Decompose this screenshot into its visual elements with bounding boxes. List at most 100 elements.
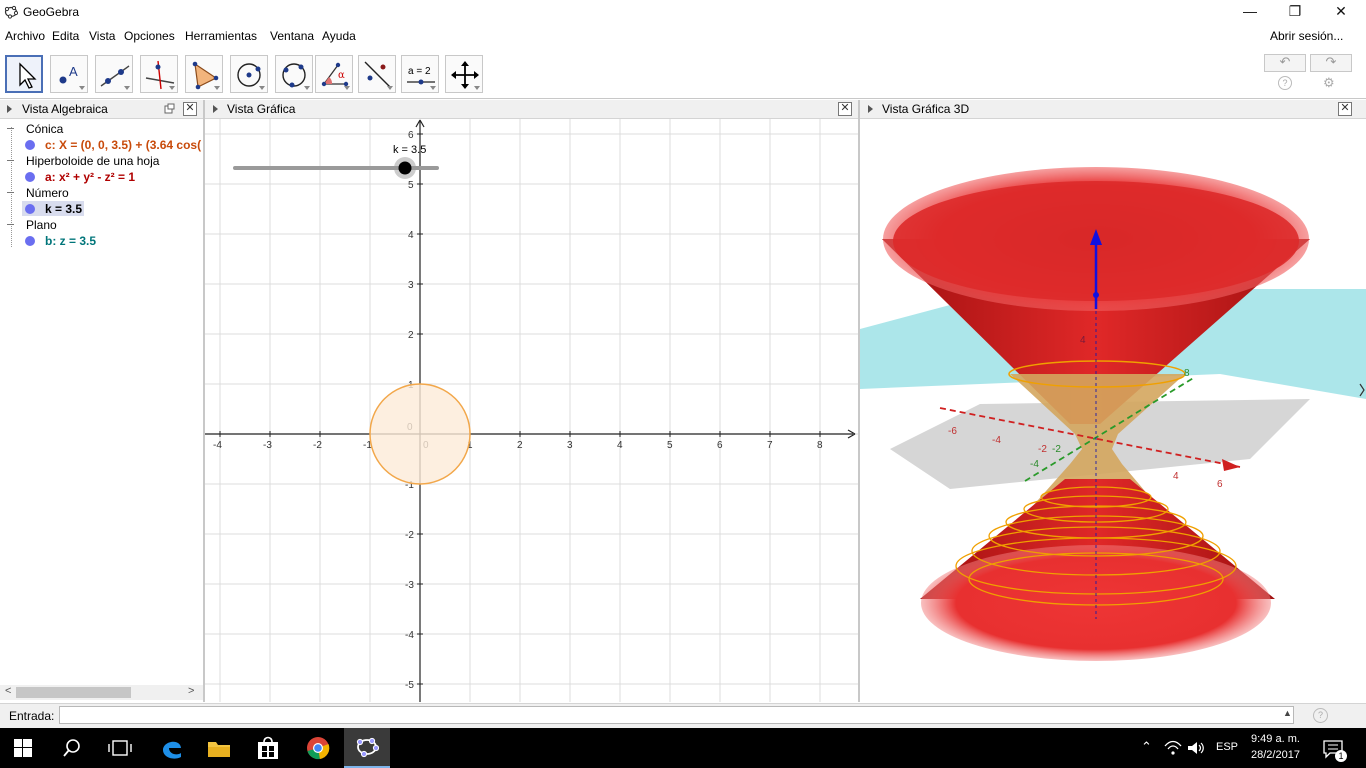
scroll-right-icon[interactable]: > — [188, 685, 194, 697]
undo-button[interactable]: ↶ — [1264, 54, 1306, 72]
x-tick-label: 5 — [667, 440, 673, 451]
collapse-arrow-icon[interactable] — [7, 105, 12, 113]
sign-in-link[interactable]: Abrir sesión... — [1270, 29, 1343, 43]
y-tick-label: 6 — [408, 130, 414, 141]
file-explorer-icon[interactable] — [207, 737, 231, 759]
algebra-item-a[interactable]: a: x² + y² - z² = 1 — [45, 170, 135, 184]
algebra-view-title: Vista Algebraica — [22, 102, 108, 116]
menu-herramientas[interactable]: Herramientas — [185, 29, 257, 43]
algebra-view-header: Vista Algebraica ✕ — [0, 100, 203, 119]
network-wifi-icon[interactable] — [1164, 740, 1182, 756]
windows-start-icon[interactable] — [14, 739, 32, 757]
input-help-icon[interactable]: ? — [1313, 708, 1328, 723]
input-field[interactable] — [59, 706, 1294, 724]
graphics-3d-canvas[interactable]: -6 -4 -2 4 6 -4 -2 8 4 — [860, 119, 1366, 702]
language-indicator[interactable]: ESP — [1216, 741, 1238, 753]
settings-gear-icon[interactable]: ⚙ — [1323, 75, 1335, 91]
move-view-tool-button[interactable] — [445, 55, 483, 93]
slider-tool-button[interactable]: a = 2 — [401, 55, 439, 93]
menu-vista[interactable]: Vista — [89, 29, 115, 43]
scroll-left-icon[interactable]: < — [5, 685, 11, 697]
scroll-thumb[interactable] — [16, 687, 131, 698]
collapse-toggle[interactable] — [7, 128, 14, 129]
collapse-toggle[interactable] — [7, 224, 14, 225]
input-label: Entrada: — [9, 709, 55, 723]
circle-tool-button[interactable] — [230, 55, 268, 93]
reflect-tool-button[interactable] — [358, 55, 396, 93]
polygon-tool-button[interactable] — [185, 55, 223, 93]
x-label: -6 — [948, 426, 957, 437]
algebra-item-c[interactable]: c: X = (0, 0, 3.5) + (3.64 cos( — [45, 138, 201, 152]
menu-archivo[interactable]: Archivo — [5, 29, 45, 43]
angle-tool-button[interactable]: α — [315, 55, 353, 93]
y-tick-label: 2 — [408, 330, 414, 341]
x-tick-label: 2 — [517, 440, 523, 451]
menu-ventana[interactable]: Ventana — [270, 29, 314, 43]
minimize-button[interactable]: — — [1227, 0, 1273, 24]
conic-c-circle[interactable] — [369, 383, 471, 485]
menu-bar: Archivo Edita Vista Opciones Herramienta… — [0, 26, 1366, 48]
volume-icon[interactable] — [1187, 740, 1205, 756]
x-tick-label: 8 — [817, 440, 823, 451]
graphics-3d-header: Vista Gráfica 3D ✕ — [860, 100, 1366, 119]
graphics-2d-canvas[interactable]: -4-3-2-10123456786543210-1-2-3-4-5k = 3.… — [205, 119, 858, 702]
tree-line — [11, 127, 13, 247]
visibility-dot-icon[interactable] — [25, 204, 35, 214]
circle-three-points-tool-button[interactable] — [275, 55, 313, 93]
collapse-toggle[interactable] — [7, 192, 14, 193]
x-tick-label: 3 — [567, 440, 573, 451]
y-label: -2 — [1052, 444, 1061, 455]
slider-k-handle[interactable] — [398, 161, 412, 175]
graphics-close-icon[interactable]: ✕ — [838, 102, 852, 116]
visibility-dot-icon[interactable] — [25, 236, 35, 246]
search-icon[interactable] — [62, 738, 82, 758]
clock-time[interactable]: 9:49 a. m. — [1251, 733, 1300, 745]
x-label: 4 — [1173, 471, 1179, 482]
edge-browser-icon[interactable] — [160, 736, 184, 760]
menu-ayuda[interactable]: Ayuda — [322, 29, 356, 43]
collapse-arrow-icon[interactable] — [868, 105, 873, 113]
task-view-icon[interactable] — [108, 739, 132, 757]
help-icon[interactable]: ? — [1278, 76, 1292, 90]
geogebra-taskbar-button[interactable] — [344, 728, 390, 768]
algebra-item-b[interactable]: b: z = 3.5 — [45, 234, 96, 248]
x-label: -2 — [1038, 444, 1047, 455]
x-tick-label: 7 — [767, 440, 773, 451]
store-icon[interactable] — [256, 735, 280, 761]
collapse-arrow-icon[interactable] — [213, 105, 218, 113]
collapse-toggle[interactable] — [7, 160, 14, 161]
hyperboloid-bottom-rim — [921, 545, 1271, 661]
graphics-3d-title: Vista Gráfica 3D — [882, 102, 970, 116]
close-button[interactable]: ✕ — [1318, 0, 1364, 24]
clock-date[interactable]: 28/2/2017 — [1251, 749, 1300, 761]
y-label: 8 — [1184, 368, 1190, 379]
move-tool-button[interactable] — [5, 55, 43, 93]
algebra-scrollbar[interactable]: < > — [0, 685, 203, 700]
maximize-button[interactable]: ❐ — [1272, 0, 1318, 24]
menu-edita[interactable]: Edita — [52, 29, 79, 43]
undock-icon[interactable] — [164, 103, 175, 114]
algebra-view: Cónica c: X = (0, 0, 3.5) + (3.64 cos( H… — [0, 119, 203, 686]
x-tick-label: 6 — [717, 440, 723, 451]
taskbar: ⌃ ESP 9:49 a. m. 28/2/2017 1 — [0, 728, 1366, 768]
x-tick-label: -2 — [313, 440, 322, 451]
perpendicular-tool-button[interactable] — [140, 55, 178, 93]
history-chevron-icon[interactable]: ▲ — [1283, 708, 1292, 718]
menu-opciones[interactable]: Opciones — [124, 29, 175, 43]
graphics-3d-close-icon[interactable]: ✕ — [1338, 102, 1352, 116]
chrome-icon[interactable] — [306, 736, 330, 760]
redo-button[interactable]: ↷ — [1310, 54, 1352, 72]
algebra-close-icon[interactable]: ✕ — [183, 102, 197, 116]
category-hiperboloide: Hiperboloide de una hoja — [26, 154, 160, 168]
visibility-dot-icon[interactable] — [25, 172, 35, 182]
algebra-item-k[interactable]: k = 3.5 — [45, 202, 82, 216]
x-label: 6 — [1217, 479, 1223, 490]
window-title: GeoGebra — [23, 5, 80, 19]
svg-text:α: α — [338, 70, 345, 81]
show-hidden-icons-icon[interactable]: ⌃ — [1141, 739, 1152, 755]
point-tool-button[interactable]: A — [50, 55, 88, 93]
y-tick-label: -4 — [405, 630, 414, 641]
visibility-dot-icon[interactable] — [25, 140, 35, 150]
slider-tool-label: a = 2 — [408, 66, 431, 77]
line-tool-button[interactable] — [95, 55, 133, 93]
